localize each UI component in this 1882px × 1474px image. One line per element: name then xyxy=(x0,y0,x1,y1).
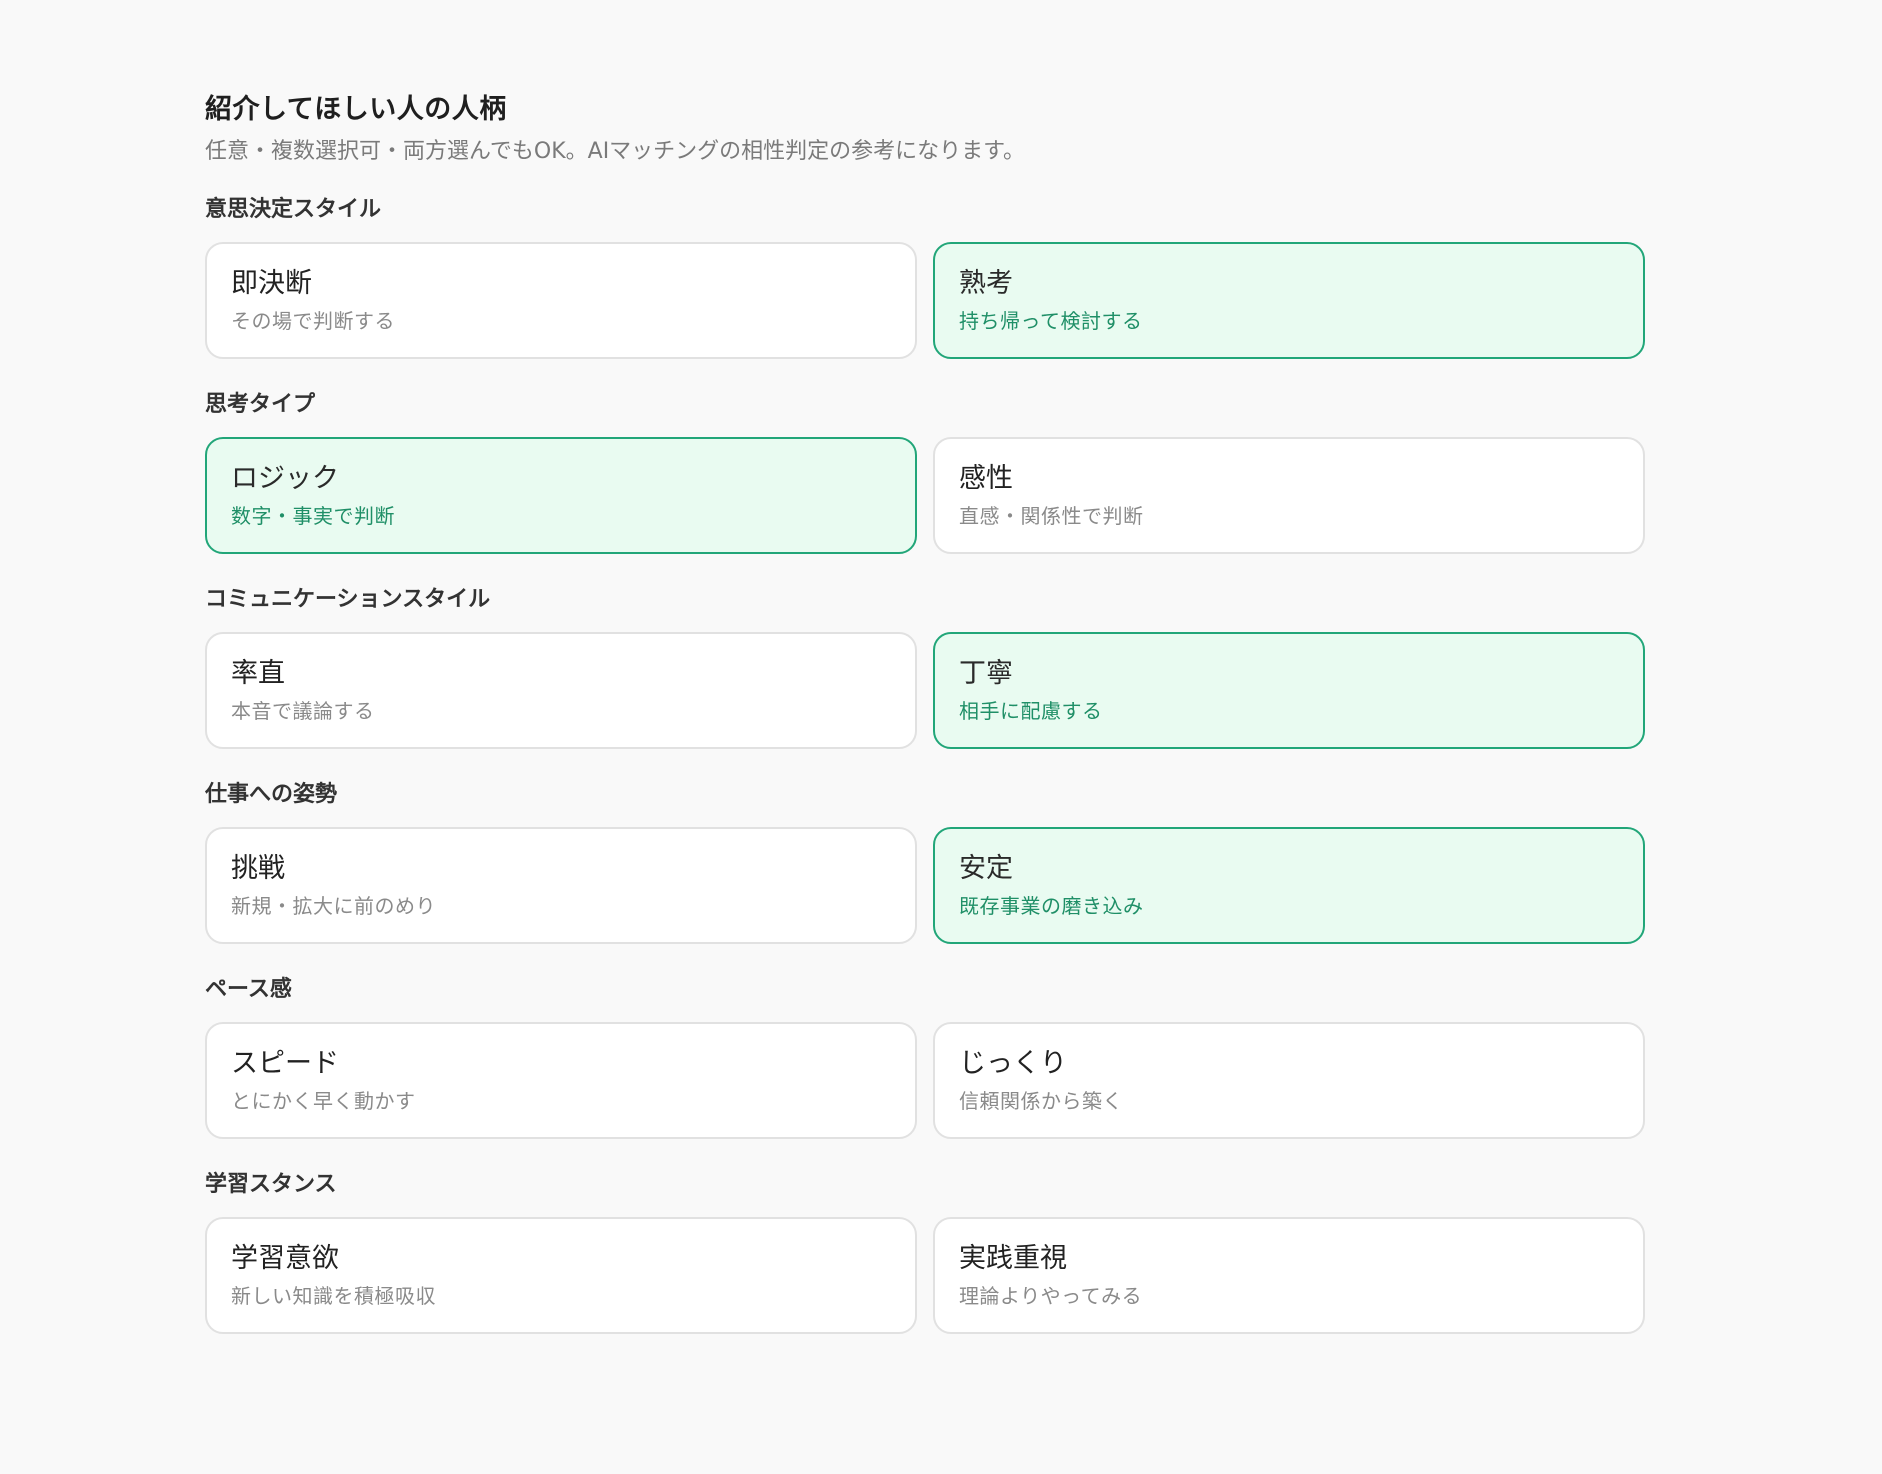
option-row: ロジック 数字・事実で判断 感性 直感・関係性で判断 xyxy=(205,437,1645,554)
option-subtitle: 持ち帰って検討する xyxy=(959,309,1143,333)
option-subtitle: 既存事業の磨き込み xyxy=(959,894,1144,918)
option-card[interactable]: じっくり 信頼関係から築く xyxy=(933,1022,1645,1139)
group-label: 思考タイプ xyxy=(205,392,316,417)
option-subtitle: その場で判断する xyxy=(231,309,395,333)
group-decision-style: 意思決定スタイル 即決断 その場で判断する 熟考 持ち帰って検討する xyxy=(205,194,1882,359)
option-row: 学習意欲 新しい知識を積極吸収 実践重視 理論よりやってみる xyxy=(205,1217,1645,1334)
group-work-attitude: 仕事への姿勢 挑戦 新規・拡大に前のめり 安定 既存事業の磨き込み xyxy=(205,779,1882,944)
option-subtitle: 新規・拡大に前のめり xyxy=(231,894,436,918)
group-learning-stance: 学習スタンス 学習意欲 新しい知識を積極吸収 実践重視 理論よりやってみる xyxy=(205,1169,1882,1334)
option-card[interactable]: 丁寧 相手に配慮する xyxy=(933,632,1645,749)
group-label: 仕事への姿勢 xyxy=(205,782,338,807)
option-row: 率直 本音で議論する 丁寧 相手に配慮する xyxy=(205,632,1645,749)
option-title: じっくり xyxy=(959,1048,1067,1079)
option-subtitle: 相手に配慮する xyxy=(959,699,1103,723)
group-label: 学習スタンス xyxy=(205,1172,337,1197)
option-card[interactable]: スピード とにかく早く動かす xyxy=(205,1022,917,1139)
option-subtitle: 新しい知識を積極吸収 xyxy=(231,1284,436,1308)
option-card[interactable]: 安定 既存事業の磨き込み xyxy=(933,827,1645,944)
option-card[interactable]: 熟考 持ち帰って検討する xyxy=(933,242,1645,359)
option-subtitle: 数字・事実で判断 xyxy=(231,504,395,528)
option-subtitle: 理論よりやってみる xyxy=(959,1284,1143,1308)
option-card[interactable]: 実践重視 理論よりやってみる xyxy=(933,1217,1645,1334)
section-title: 紹介してほしい人の人柄 xyxy=(205,94,507,125)
option-row: 挑戦 新規・拡大に前のめり 安定 既存事業の磨き込み xyxy=(205,827,1645,944)
option-title: 即決断 xyxy=(231,268,312,299)
group-label: ペース感 xyxy=(205,977,292,1002)
option-card[interactable]: 率直 本音で議論する xyxy=(205,632,917,749)
option-title: 実践重視 xyxy=(959,1243,1067,1274)
group-label: 意思決定スタイル xyxy=(205,197,382,222)
group-thinking-type: 思考タイプ ロジック 数字・事実で判断 感性 直感・関係性で判断 xyxy=(205,389,1882,554)
group-communication-style: コミュニケーションスタイル 率直 本音で議論する 丁寧 相手に配慮する xyxy=(205,584,1882,749)
option-subtitle: 信頼関係から築く xyxy=(959,1089,1123,1113)
option-card[interactable]: 感性 直感・関係性で判断 xyxy=(933,437,1645,554)
option-card[interactable]: 学習意欲 新しい知識を積極吸収 xyxy=(205,1217,917,1334)
option-subtitle: 直感・関係性で判断 xyxy=(959,504,1144,528)
personality-preferences-panel: 紹介してほしい人の人柄 任意・複数選択可・両方選んでもOK。AIマッチングの相性… xyxy=(0,0,1882,1474)
option-title: 感性 xyxy=(959,463,1013,494)
option-title: 率直 xyxy=(231,658,285,689)
option-subtitle: とにかく早く動かす xyxy=(231,1089,416,1113)
option-title: ロジック xyxy=(231,463,339,494)
option-row: スピード とにかく早く動かす じっくり 信頼関係から築く xyxy=(205,1022,1645,1139)
option-card[interactable]: 即決断 その場で判断する xyxy=(205,242,917,359)
option-subtitle: 本音で議論する xyxy=(231,699,375,723)
option-title: 熟考 xyxy=(959,268,1013,299)
option-title: 学習意欲 xyxy=(231,1243,339,1274)
option-row: 即決断 その場で判断する 熟考 持ち帰って検討する xyxy=(205,242,1645,359)
group-pace: ペース感 スピード とにかく早く動かす じっくり 信頼関係から築く xyxy=(205,974,1882,1139)
section-description: 任意・複数選択可・両方選んでもOK。AIマッチングの相性判定の参考になります。 xyxy=(205,139,1025,164)
option-card[interactable]: ロジック 数字・事実で判断 xyxy=(205,437,917,554)
option-card[interactable]: 挑戦 新規・拡大に前のめり xyxy=(205,827,917,944)
option-title: スピード xyxy=(231,1048,339,1079)
option-title: 安定 xyxy=(959,853,1013,884)
option-title: 丁寧 xyxy=(959,658,1013,689)
option-title: 挑戦 xyxy=(231,853,285,884)
group-label: コミュニケーションスタイル xyxy=(205,587,491,612)
